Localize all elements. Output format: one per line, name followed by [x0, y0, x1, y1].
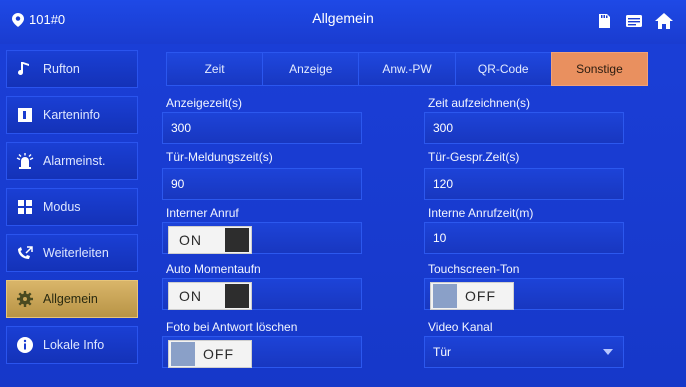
sidebar: Rufton Karteninfo Alarmeinst. Modus Weit… — [6, 46, 138, 382]
message-icon[interactable] — [624, 11, 644, 31]
sidebar-item-allgemein[interactable]: Allgemein — [6, 280, 138, 318]
sidebar-item-alarmeinst[interactable]: Alarmeinst. — [6, 142, 138, 180]
page-title: Allgemein — [312, 10, 374, 26]
tuer-gespr-zeit-label: Tür-Gespr.Zeit(s) — [428, 150, 520, 164]
grid-icon — [15, 197, 35, 217]
tab-sonstige[interactable]: Sonstige — [550, 52, 649, 86]
sidebar-item-label: Modus — [43, 200, 81, 214]
toggle-state: ON — [179, 232, 202, 248]
sidebar-item-label: Allgemein — [43, 292, 98, 306]
sidebar-item-label: Weiterleiten — [43, 246, 109, 260]
toggle-knob — [171, 342, 195, 366]
toggle-state: OFF — [465, 288, 496, 304]
toggle-knob — [225, 284, 249, 308]
foto-loeschen-label: Foto bei Antwort löschen — [166, 320, 298, 334]
sidebar-item-label: Rufton — [43, 62, 80, 76]
tuer-meldungszeit-label: Tür-Meldungszeit(s) — [166, 150, 273, 164]
sidebar-item-label: Lokale Info — [43, 338, 105, 352]
interner-anruf-toggle[interactable]: ON — [168, 226, 252, 254]
interne-anrufzeit-field[interactable]: 10 — [424, 222, 624, 254]
tab-anzeige[interactable]: Anzeige — [262, 52, 359, 86]
sidebar-item-label: Alarmeinst. — [43, 154, 106, 168]
touchscreen-ton-label: Touchscreen-Ton — [428, 262, 520, 276]
music-note-icon — [15, 59, 35, 79]
tuer-gespr-zeit-field[interactable]: 120 — [424, 168, 624, 200]
alarm-icon — [15, 151, 35, 171]
screen: 101#0 Allgemein Rufton Karteninfo Alarme… — [0, 0, 686, 387]
interne-anrufzeit-label: Interne Anrufzeit(m) — [428, 206, 534, 220]
home-icon[interactable] — [654, 11, 674, 31]
toggle-knob — [225, 228, 249, 252]
sidebar-item-rufton[interactable]: Rufton — [6, 50, 138, 88]
sidebar-item-lokale-info[interactable]: Lokale Info — [6, 326, 138, 364]
sidebar-item-weiterleiten[interactable]: Weiterleiten — [6, 234, 138, 272]
card-icon — [15, 105, 35, 125]
anzeigezeit-label: Anzeigezeit(s) — [166, 96, 243, 110]
tuer-gespr-zeit-value: 120 — [433, 177, 454, 191]
auto-momentaufn-label: Auto Momentaufn — [166, 262, 261, 276]
tab-zeit[interactable]: Zeit — [166, 52, 263, 86]
toggle-state: OFF — [203, 346, 234, 362]
zeit-aufzeichnen-label: Zeit aufzeichnen(s) — [428, 96, 531, 110]
video-kanal-select[interactable]: Tür — [424, 336, 624, 368]
info-icon — [15, 335, 35, 355]
tab-anw-pw[interactable]: Anw.-PW — [358, 52, 455, 86]
gear-icon — [15, 289, 35, 309]
tab-qr-code[interactable]: QR-Code — [454, 52, 551, 86]
video-kanal-value: Tür — [433, 345, 451, 359]
video-kanal-label: Video Kanal — [428, 320, 493, 334]
anzeigezeit-value: 300 — [171, 121, 192, 135]
interner-anruf-label: Interner Anruf — [166, 206, 239, 220]
zeit-aufzeichnen-value: 300 — [433, 121, 454, 135]
interne-anrufzeit-value: 10 — [433, 231, 447, 245]
auto-momentaufn-toggle[interactable]: ON — [168, 282, 252, 310]
forward-call-icon — [15, 243, 35, 263]
top-icons — [594, 11, 674, 31]
chevron-down-icon — [603, 349, 613, 355]
touchscreen-ton-toggle[interactable]: OFF — [430, 282, 514, 310]
tuer-meldungszeit-field[interactable]: 90 — [162, 168, 362, 200]
sidebar-item-modus[interactable]: Modus — [6, 188, 138, 226]
zeit-aufzeichnen-field[interactable]: 300 — [424, 112, 624, 144]
toggle-knob — [433, 284, 457, 308]
sidebar-item-karteninfo[interactable]: Karteninfo — [6, 96, 138, 134]
anzeigezeit-field[interactable]: 300 — [162, 112, 362, 144]
foto-loeschen-toggle[interactable]: OFF — [168, 340, 252, 368]
sidebar-item-label: Karteninfo — [43, 108, 100, 122]
top-bar: 101#0 Allgemein — [0, 0, 686, 44]
tab-bar: Zeit Anzeige Anw.-PW QR-Code Sonstige — [166, 52, 649, 86]
sd-card-icon[interactable] — [594, 11, 614, 31]
tuer-meldungszeit-value: 90 — [171, 177, 185, 191]
toggle-state: ON — [179, 288, 202, 304]
